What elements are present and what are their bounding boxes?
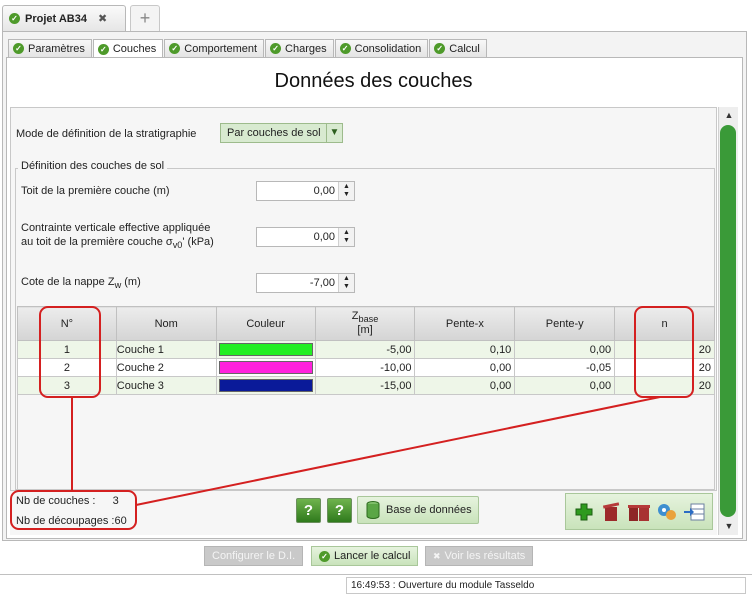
annotation-lines (71, 396, 661, 506)
